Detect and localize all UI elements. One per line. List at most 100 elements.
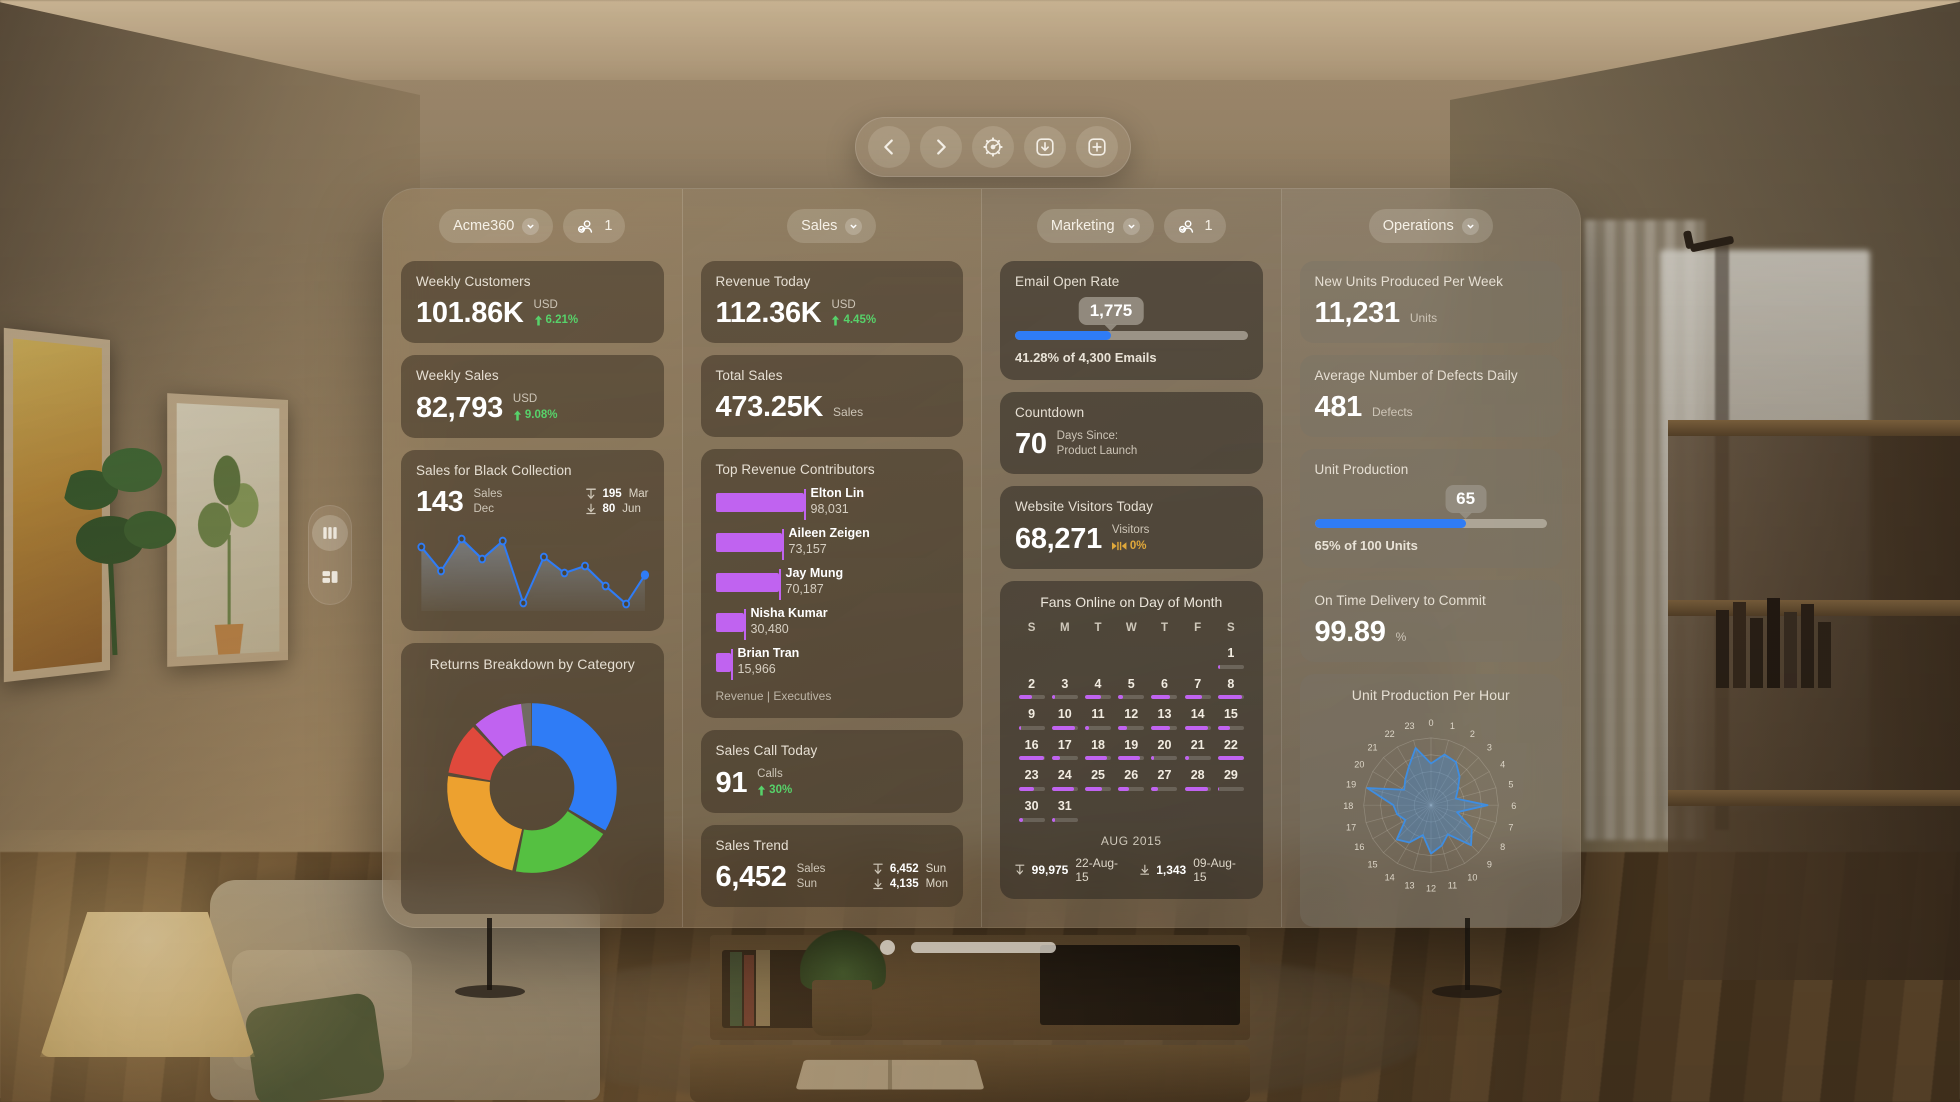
calendar-day-cell[interactable]: 5 — [1115, 677, 1148, 700]
calendar-day-bar-fill — [1018, 787, 1034, 791]
card-average-defects-daily[interactable]: Average Number of Defects Daily 481 Defe… — [1299, 355, 1562, 437]
card-fans-online-calendar[interactable]: Fans Online on Day of Month SMTWTFS12345… — [1000, 580, 1263, 899]
settings-button[interactable] — [972, 126, 1014, 168]
kpi-value: 91 — [715, 766, 748, 799]
calendar-day-cell[interactable]: 4 — [1081, 677, 1114, 700]
calendar-day-cell[interactable]: 21 — [1181, 738, 1214, 761]
radar-axis-label: 22 — [1384, 729, 1394, 739]
calendar-day-number: 1 — [1227, 645, 1235, 660]
card-returns-breakdown[interactable]: Returns Breakdown by Category — [401, 643, 664, 915]
calendar-day-cell[interactable]: 3 — [1048, 677, 1081, 700]
collaborators-pill-marketing[interactable]: 1 — [1163, 209, 1226, 243]
card-on-time-delivery[interactable]: On Time Delivery to Commit 99.89 % — [1299, 580, 1562, 662]
calendar-day-cell[interactable]: 13 — [1148, 707, 1181, 730]
calendar-day-number: 23 — [1024, 768, 1039, 783]
column-title-pill-sales[interactable]: Sales — [787, 209, 877, 243]
calendar-day-cell[interactable]: 1 — [1214, 646, 1247, 669]
window-drag-bar[interactable] — [911, 942, 1056, 953]
card-title: Fans Online on Day of Month — [1040, 593, 1223, 610]
card-top-revenue-contributors[interactable]: Top Revenue Contributors Elton Lin 98,03… — [700, 449, 963, 719]
back-button[interactable] — [868, 126, 910, 168]
calendar-day-number: 30 — [1024, 799, 1039, 813]
calendar-day-number: 22 — [1223, 737, 1238, 752]
calendar-day-cell[interactable]: 31 — [1048, 799, 1081, 822]
card-email-open-rate[interactable]: Email Open Rate 1,775 41.28% of 4,300 Em… — [1000, 261, 1263, 380]
calendar-day-number: 10 — [1057, 707, 1072, 722]
card-website-visitors-today[interactable]: Website Visitors Today 68,271 Visitors 0… — [1000, 486, 1263, 569]
calendar-day-bar-fill — [1151, 695, 1171, 700]
line-chart-svg — [417, 534, 650, 612]
progress-fill — [1015, 331, 1111, 340]
card-title: Website Visitors Today — [1015, 499, 1154, 515]
calendar-day-cell[interactable]: 22 — [1214, 738, 1247, 761]
card-unit-production[interactable]: Unit Production 65 65% of 100 Units — [1299, 449, 1562, 568]
calendar-day-cell[interactable]: 2 — [1015, 677, 1048, 700]
bullet-chart: 1,775 41.28% of 4,300 Emails — [1015, 297, 1248, 365]
column-title-pill-operations[interactable]: Operations — [1368, 209, 1493, 243]
column-title-pill-acme360[interactable]: Acme360 — [439, 209, 554, 243]
calendar-day-cell[interactable]: 27 — [1148, 768, 1181, 791]
calendar-day-cell[interactable]: 14 — [1181, 707, 1214, 730]
calendar-max-date: 22-Aug-15 — [1075, 855, 1119, 884]
calendar-day-number: 16 — [1024, 737, 1039, 752]
calendar-day-cell[interactable]: 16 — [1015, 738, 1048, 761]
bar-row: Jay Mung 70,187 — [715, 566, 949, 603]
calendar-day-cell[interactable]: 9 — [1015, 707, 1048, 730]
max-icon — [1015, 864, 1025, 875]
column-title-pill-marketing[interactable]: Marketing — [1036, 209, 1154, 243]
calendar-day-number: 12 — [1124, 707, 1139, 722]
calendar-day-cell[interactable]: 11 — [1081, 707, 1114, 730]
arrow-up-icon — [513, 410, 522, 421]
collaborators-pill-acme360[interactable]: 1 — [563, 209, 626, 243]
minmax-block: 6,452 Sun 4,135 Mon — [873, 863, 948, 892]
add-button[interactable] — [1076, 126, 1118, 168]
grid-layout-button[interactable] — [312, 559, 348, 595]
calendar-day-cell[interactable]: 23 — [1015, 768, 1048, 791]
calendar-day-cell[interactable]: 12 — [1115, 707, 1148, 730]
bar-row: Elton Lin 98,031 — [715, 486, 949, 523]
calendar-day-cell[interactable]: 18 — [1081, 738, 1114, 761]
minmax-block: 195 Mar 80 Jun — [585, 488, 649, 517]
calendar-day-cell[interactable]: 17 — [1048, 738, 1081, 761]
calendar-day-cell[interactable]: 19 — [1115, 738, 1148, 761]
card-weekly-customers[interactable]: Weekly Customers 101.86K USD 6.21% — [401, 261, 664, 344]
card-countdown[interactable]: Countdown 70 Days Since: Product Launch — [1000, 392, 1263, 475]
kpi-unit: USD — [831, 299, 856, 311]
calendar-footer: 99,975 22-Aug-15 1,343 09-Aug-15 — [1015, 856, 1248, 884]
kpi-unit: % — [1395, 630, 1407, 644]
calendar-day-cell[interactable]: 26 — [1115, 768, 1148, 791]
calendar-day-cell[interactable]: 29 — [1214, 768, 1247, 791]
card-unit-production-per-hour[interactable]: Unit Production Per Hour 0 1 2 3 4 5 6 7 8 9 10 11 1… — [1299, 674, 1562, 927]
kpi-unit: Sales — [796, 862, 826, 875]
kpi-unit: USD — [533, 299, 558, 311]
card-sales-call-today[interactable]: Sales Call Today 91 Calls 30% — [700, 730, 963, 813]
column-header: Marketing 1 — [1000, 209, 1263, 243]
calendar-day-cell[interactable]: 8 — [1214, 677, 1247, 700]
kpi-block: 82,793 USD 9.08% — [416, 393, 649, 422]
calendar-day-cell[interactable]: 24 — [1048, 768, 1081, 791]
calendar-day-cell[interactable]: 6 — [1148, 677, 1181, 700]
card-title: Unit Production Per Hour — [1351, 687, 1510, 703]
donut-chart — [447, 703, 617, 874]
card-new-units-produced[interactable]: New Units Produced Per Week 11,231 Units — [1299, 261, 1562, 343]
download-button[interactable] — [1024, 126, 1066, 168]
card-sales-trend[interactable]: Sales Trend 6,452 Sales Sun 6,452 Sun 4,… — [700, 824, 963, 908]
radar-axis-label: 5 — [1508, 779, 1513, 789]
window-close-dot[interactable] — [880, 940, 895, 955]
calendar-day-number: 15 — [1223, 707, 1238, 722]
card-sales-black-collection[interactable]: Sales for Black Collection 143 Sales Dec… — [401, 449, 664, 632]
calendar-day-cell[interactable]: 10 — [1048, 707, 1081, 730]
calendar-day-cell[interactable]: 25 — [1081, 768, 1114, 791]
calendar-day-cell[interactable]: 20 — [1148, 738, 1181, 761]
columns-icon — [323, 527, 337, 539]
card-weekly-sales[interactable]: Weekly Sales 82,793 USD 9.08% — [401, 355, 664, 438]
card-total-sales[interactable]: Total Sales 473.25K Sales — [700, 355, 963, 438]
columns-layout-button[interactable] — [312, 515, 348, 551]
forward-button[interactable] — [920, 126, 962, 168]
calendar-day-cell[interactable]: 7 — [1181, 677, 1214, 700]
calendar-day-cell[interactable]: 30 — [1015, 799, 1048, 822]
calendar-day-cell[interactable]: 28 — [1181, 768, 1214, 791]
calendar-day-bar-fill — [1051, 817, 1055, 822]
card-revenue-today[interactable]: Revenue Today 112.36K USD 4.45% — [700, 261, 963, 344]
calendar-day-cell[interactable]: 15 — [1214, 707, 1247, 730]
